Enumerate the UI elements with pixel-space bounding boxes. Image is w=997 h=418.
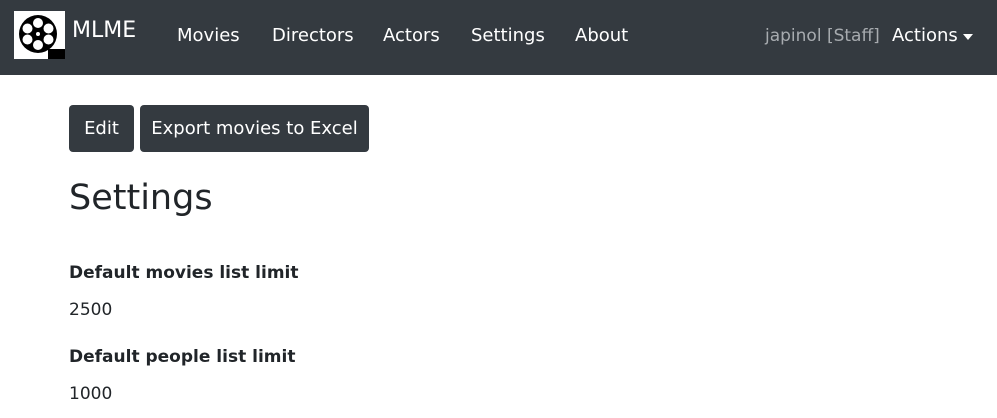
nav-link-movies[interactable]: Movies — [177, 24, 240, 48]
brand-name[interactable]: MLME — [72, 18, 136, 44]
current-user-label: japinol [Staff] — [765, 26, 880, 46]
top-navbar: MLME Movies Directors Actors Settings Ab… — [0, 0, 997, 75]
setting-value-movies-limit: 2500 — [69, 300, 113, 320]
film-reel-icon — [14, 11, 65, 59]
nav-link-about[interactable]: About — [575, 24, 628, 48]
edit-button[interactable]: Edit — [69, 105, 134, 152]
setting-label-movies-limit: Default movies list limit — [69, 263, 299, 283]
setting-label-people-limit: Default people list limit — [69, 347, 296, 367]
brand-link[interactable]: MLME — [14, 11, 136, 59]
export-movies-button[interactable]: Export movies to Excel — [140, 105, 369, 152]
setting-value-people-limit: 1000 — [69, 384, 113, 404]
nav-link-actors[interactable]: Actors — [383, 24, 440, 48]
nav-link-settings[interactable]: Settings — [471, 24, 545, 48]
nav-link-directors[interactable]: Directors — [272, 24, 354, 48]
actions-dropdown[interactable]: Actions — [892, 24, 973, 48]
page-title: Settings — [69, 178, 213, 218]
caret-down-icon[interactable] — [962, 33, 973, 40]
actions-label[interactable]: Actions — [892, 24, 958, 48]
